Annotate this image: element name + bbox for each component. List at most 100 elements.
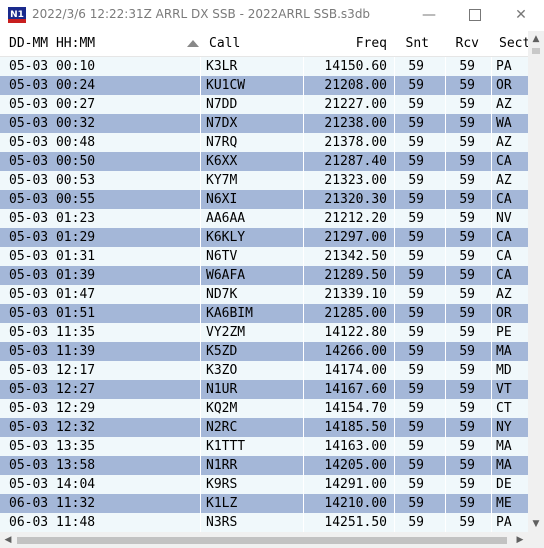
cell-snt: 59 [408,230,424,245]
table-row[interactable]: 05-03 01:47 ND7K 21339.10 59 59 AZ [0,285,528,304]
cell-snt: 59 [408,325,424,340]
cell-snt: 59 [408,363,424,378]
column-divider [200,95,201,114]
cell-sect: NV [496,211,512,226]
column-divider [303,456,304,475]
table-row[interactable]: 05-03 00:53 KY7M 21323.00 59 59 AZ [0,171,528,190]
table-row[interactable]: 05-03 12:27 N1UR 14167.60 59 59 VT [0,380,528,399]
cell-rcv: 59 [459,135,475,150]
cell-call: K9RS [206,477,238,492]
cell-freq: 21320.30 [324,192,387,207]
table-row[interactable]: 05-03 01:29 K6KLY 21297.00 59 59 CA [0,228,528,247]
column-divider [394,152,395,171]
scroll-down-arrow-icon[interactable]: ▼ [528,516,544,532]
vertical-scrollbar[interactable]: ▲ ▼ [528,31,544,532]
table-row[interactable]: 05-03 00:24 KU1CW 21208.00 59 59 OR [0,76,528,95]
cell-sect: WA [496,116,512,131]
cell-sect: NY [496,420,512,435]
column-header-datetime[interactable]: DD-MM HH:MM [9,36,95,51]
table-row[interactable]: 05-03 01:31 N6TV 21342.50 59 59 CA [0,247,528,266]
table-row[interactable]: 05-03 00:32 N7DX 21238.00 59 59 WA [0,114,528,133]
close-button[interactable]: ✕ [498,0,544,31]
maximize-button[interactable] [452,0,498,31]
column-divider [394,247,395,266]
cell-datetime: 05-03 00:53 [9,173,96,188]
column-divider [200,323,201,342]
table-row[interactable]: 05-03 12:17 K3ZO 14174.00 59 59 MD [0,361,528,380]
scroll-up-arrow-icon[interactable]: ▲ [528,31,544,47]
column-header-rcv[interactable]: Rcv [456,36,479,51]
cell-sect: MA [496,344,512,359]
column-divider [303,133,304,152]
table-row[interactable]: 05-03 13:58 N1RR 14205.00 59 59 MA [0,456,528,475]
column-divider [303,513,304,532]
column-divider [394,513,395,532]
column-divider [303,95,304,114]
column-divider [445,399,446,418]
cell-sect: CA [496,268,512,283]
horizontal-scroll-thumb[interactable] [17,537,507,544]
cell-call: K3ZO [206,363,238,378]
cell-sect: AZ [496,97,512,112]
cell-call: N7DX [206,116,238,131]
cell-datetime: 05-03 00:24 [9,78,96,93]
table-row[interactable]: 05-03 12:32 N2RC 14185.50 59 59 NY [0,418,528,437]
column-divider [303,418,304,437]
cell-datetime: 05-03 01:39 [9,268,96,283]
table-row[interactable]: 05-03 00:55 N6XI 21320.30 59 59 CA [0,190,528,209]
column-divider [394,494,395,513]
table-row[interactable]: 05-03 14:04 K9RS 14291.00 59 59 DE [0,475,528,494]
table-row[interactable]: 06-03 11:32 K1LZ 14210.00 59 59 ME [0,494,528,513]
close-icon: ✕ [515,7,527,23]
table-row[interactable]: 05-03 13:35 K1TTT 14163.00 59 59 MA [0,437,528,456]
cell-rcv: 59 [459,420,475,435]
table-row[interactable]: 05-03 01:51 KA6BIM 21285.00 59 59 OR [0,304,528,323]
cell-datetime: 05-03 00:10 [9,59,96,74]
table-row[interactable]: 05-03 00:48 N7RQ 21378.00 59 59 AZ [0,133,528,152]
column-divider [200,247,201,266]
table-row[interactable]: 05-03 12:29 KQ2M 14154.70 59 59 CT [0,399,528,418]
column-divider [303,152,304,171]
column-divider [491,285,492,304]
table-row[interactable]: 05-03 11:39 K5ZD 14266.00 59 59 MA [0,342,528,361]
column-header-freq[interactable]: Freq [356,36,387,51]
column-header-call[interactable]: Call [209,36,240,51]
table-row[interactable]: 05-03 11:35 VY2ZM 14122.80 59 59 PE [0,323,528,342]
column-divider [491,494,492,513]
column-header-snt[interactable]: Snt [406,36,429,51]
table-row[interactable]: 06-03 11:48 N3RS 14251.50 59 59 PA [0,513,528,532]
table-row[interactable]: 05-03 00:50 K6XX 21287.40 59 59 CA [0,152,528,171]
column-divider [303,285,304,304]
cell-sect: CT [496,401,512,416]
column-divider [491,190,492,209]
minimize-button[interactable]: — [406,0,452,31]
cell-snt: 59 [408,401,424,416]
column-header-sect[interactable]: Sect [499,36,530,51]
column-divider [200,285,201,304]
cell-datetime: 05-03 01:31 [9,249,96,264]
cell-rcv: 59 [459,173,475,188]
table-row[interactable]: 05-03 00:10 K3LR 14150.60 59 59 PA [0,57,528,76]
cell-call: KU1CW [206,78,246,93]
column-divider [303,76,304,95]
table-row[interactable]: 05-03 01:23 AA6AA 21212.20 59 59 NV [0,209,528,228]
column-divider [445,114,446,133]
column-divider [200,266,201,285]
cell-freq: 14150.60 [324,59,387,74]
vertical-scroll-thumb[interactable] [532,48,540,54]
title-bar: N1 2022/3/6 12:22:31Z ARRL DX SSB - 2022… [0,0,544,31]
horizontal-scrollbar[interactable]: ◀ ▶ [0,532,544,548]
cell-call: N2RC [206,420,238,435]
cell-snt: 59 [408,477,424,492]
scroll-right-arrow-icon[interactable]: ▶ [512,532,528,548]
cell-call: N1UR [206,382,238,397]
scroll-left-arrow-icon[interactable]: ◀ [0,532,16,548]
column-divider [445,209,446,228]
table-row[interactable]: 05-03 00:27 N7DD 21227.00 59 59 AZ [0,95,528,114]
cell-call: K1LZ [206,496,238,511]
cell-snt: 59 [408,515,424,530]
minimize-icon: — [422,7,436,23]
cell-datetime: 05-03 12:17 [9,363,96,378]
table-row[interactable]: 05-03 01:39 W6AFA 21289.50 59 59 CA [0,266,528,285]
column-divider [200,342,201,361]
